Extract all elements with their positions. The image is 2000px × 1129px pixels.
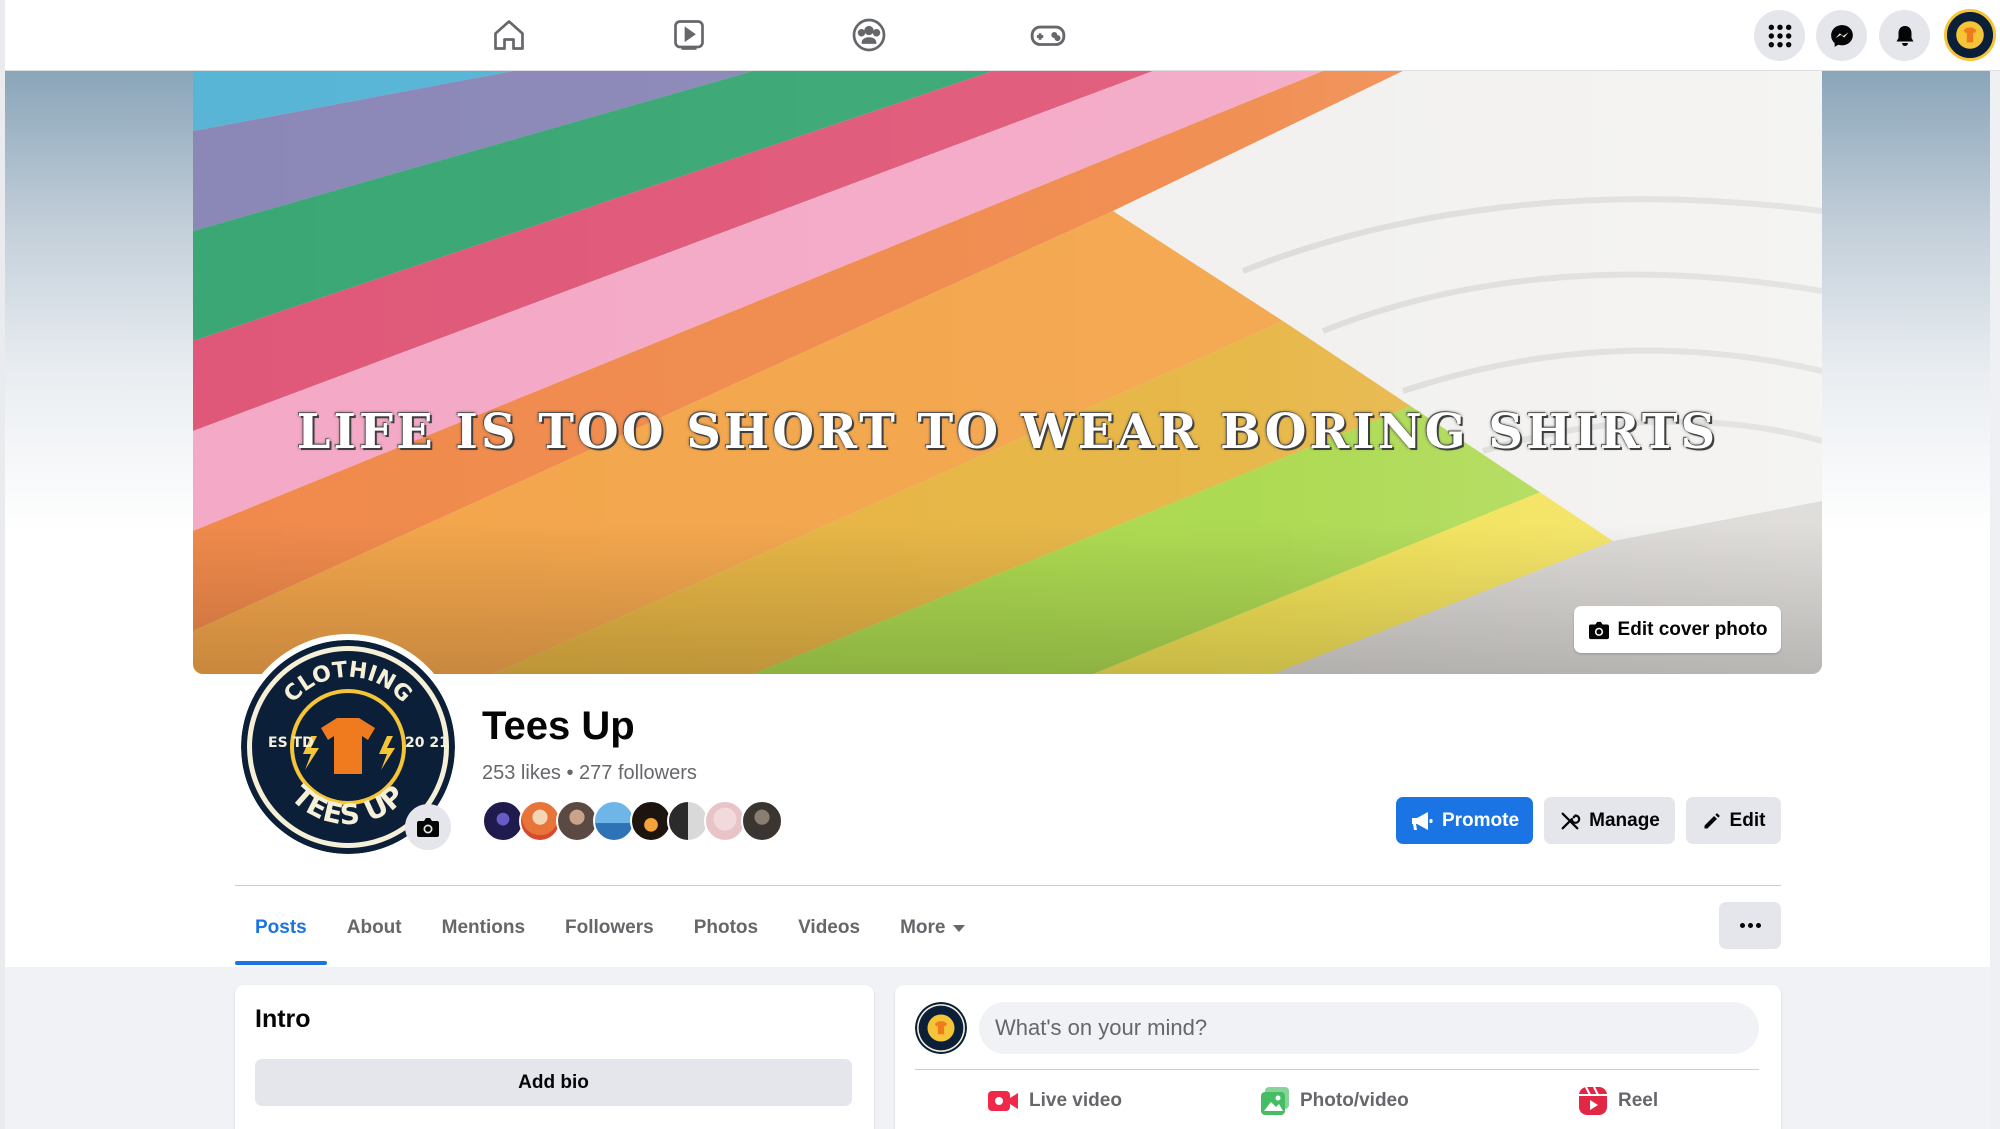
manage-button[interactable]: Manage xyxy=(1544,797,1675,844)
caret-down-icon xyxy=(953,924,966,932)
page-tabs: Posts About Mentions Followers Photos Vi… xyxy=(235,892,985,965)
photo-icon xyxy=(1261,1087,1289,1115)
follower-avatar[interactable] xyxy=(630,800,672,842)
follower-avatar[interactable] xyxy=(482,800,524,842)
menu-grid-icon xyxy=(1768,24,1791,47)
promote-button[interactable]: Promote xyxy=(1396,797,1533,844)
tab-about[interactable]: About xyxy=(327,892,422,964)
whats-on-your-mind-input[interactable]: What's on your mind? xyxy=(979,1002,1759,1054)
intro-card: Intro Add bio xyxy=(235,985,874,1129)
logo-year: 20 21 xyxy=(405,735,449,751)
video-icon xyxy=(674,20,704,50)
promote-label: Promote xyxy=(1441,809,1520,831)
tab-label: Followers xyxy=(565,917,654,938)
tab-label: Videos xyxy=(798,917,861,938)
notifications-button[interactable] xyxy=(1879,10,1930,61)
edit-page-button[interactable]: Edit xyxy=(1686,797,1781,844)
live-video-label: Live video xyxy=(1029,1090,1122,1111)
tab-label: About xyxy=(346,917,402,938)
account-avatar[interactable] xyxy=(1944,9,1996,61)
tab-more[interactable]: More xyxy=(880,892,985,964)
tab-followers[interactable]: Followers xyxy=(545,892,674,964)
follower-faces[interactable] xyxy=(482,800,802,846)
notifications-icon xyxy=(1896,25,1913,46)
post-composer-card: What's on your mind? Live video Photo/vi… xyxy=(895,985,1781,1129)
composer-avatar[interactable] xyxy=(915,1002,967,1054)
camera-icon xyxy=(1588,621,1609,639)
cover-shirts-image xyxy=(193,71,1822,674)
camera-icon xyxy=(417,818,439,837)
edit-label: Edit xyxy=(1729,809,1766,831)
top-navigation-bar xyxy=(5,0,2000,71)
cover-tagline: LIFE IS TOO SHORT TO WEAR BORING SHIRTS xyxy=(296,404,1719,460)
megaphone-icon xyxy=(1411,811,1433,830)
watch-tab[interactable] xyxy=(665,12,713,58)
reel-icon xyxy=(1579,1086,1607,1115)
edit-cover-photo-button[interactable]: Edit cover photo xyxy=(1574,606,1781,653)
follower-avatar[interactable] xyxy=(741,800,783,842)
messenger-icon xyxy=(1830,24,1853,47)
tees-up-logo-icon xyxy=(1947,12,1993,58)
intro-title: Intro xyxy=(255,1005,311,1033)
messenger-button[interactable] xyxy=(1816,10,1867,61)
logo-est: ES TD xyxy=(268,735,314,751)
tab-mentions[interactable]: Mentions xyxy=(422,892,545,964)
add-bio-button[interactable]: Add bio xyxy=(255,1059,852,1106)
window-edge-right xyxy=(1990,71,2000,1129)
more-options-button[interactable] xyxy=(1719,902,1781,949)
follower-avatar[interactable] xyxy=(556,800,598,842)
gaming-tab[interactable] xyxy=(1024,12,1072,58)
update-profile-picture-button[interactable] xyxy=(405,804,451,850)
pencil-icon xyxy=(1704,812,1720,828)
follower-avatar[interactable] xyxy=(704,800,746,842)
menu-button[interactable] xyxy=(1754,10,1805,61)
tab-label: Photos xyxy=(693,917,759,938)
home-tab[interactable] xyxy=(485,12,533,58)
tab-label: Posts xyxy=(255,917,307,938)
page-stats[interactable]: 253 likes • 277 followers xyxy=(482,762,697,785)
photo-video-label: Photo/video xyxy=(1300,1090,1409,1111)
groups-tab[interactable] xyxy=(845,12,893,58)
tab-label: Mentions xyxy=(441,917,526,938)
gaming-icon xyxy=(1030,25,1066,46)
groups-icon xyxy=(852,18,886,52)
reel-button[interactable]: Reel xyxy=(1578,1075,1658,1127)
tab-posts[interactable]: Posts xyxy=(235,892,327,965)
manage-label: Manage xyxy=(1589,809,1660,831)
tees-up-logo-icon xyxy=(915,1002,967,1054)
follower-avatar[interactable] xyxy=(519,800,561,842)
reel-label: Reel xyxy=(1618,1090,1659,1111)
home-icon xyxy=(494,20,524,50)
cover-photo[interactable]: LIFE IS TOO SHORT TO WEAR BORING SHIRTS xyxy=(193,71,1822,674)
tab-label: More xyxy=(900,917,946,938)
photo-video-button[interactable]: Photo/video xyxy=(1260,1075,1409,1127)
live-video-button[interactable]: Live video xyxy=(987,1075,1122,1127)
live-video-icon xyxy=(988,1091,1018,1111)
edit-cover-label: Edit cover photo xyxy=(1617,618,1768,640)
page-title: Tees Up xyxy=(482,704,635,748)
ellipsis-icon xyxy=(1739,923,1745,928)
follower-avatar[interactable] xyxy=(593,800,635,842)
tab-photos[interactable]: Photos xyxy=(674,892,778,964)
header-divider xyxy=(235,885,1781,886)
composer-divider xyxy=(915,1069,1759,1070)
tools-icon xyxy=(1561,812,1581,829)
tab-videos[interactable]: Videos xyxy=(778,892,880,964)
follower-avatar[interactable] xyxy=(667,800,709,842)
